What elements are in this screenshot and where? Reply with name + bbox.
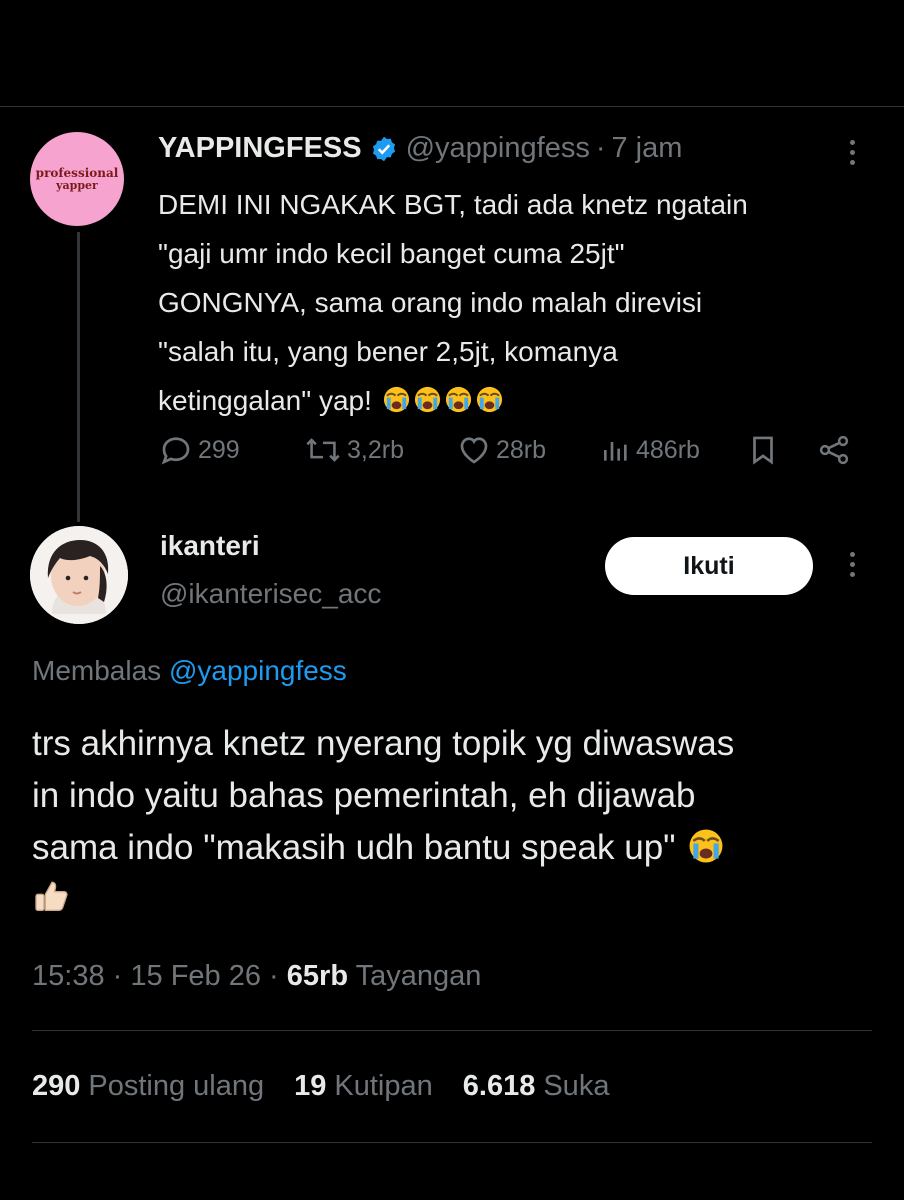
reply-text-line (32, 874, 872, 926)
reposts-stat-count: 290 (32, 1070, 81, 1102)
parent-text-line: GONGNYA, sama orang indo malah direvisi (158, 287, 703, 318)
reply-date[interactable]: 15 Feb 26 (130, 960, 261, 992)
reply-icon (161, 437, 190, 465)
meta-separator: · (269, 960, 279, 992)
reply-avatar-image (30, 526, 128, 624)
parent-text-line: "salah itu, yang bener 2,5jt, komanya (158, 336, 618, 367)
avatar-text-line2: yapper (56, 178, 98, 192)
meta-separator: · (112, 960, 123, 992)
quotes-stat-count: 19 (294, 1070, 327, 1102)
avatar-text-line1: professional (35, 165, 119, 180)
parent-tweet-text: DEMI INI NGAKAK BGT, tadi ada knetz ngat… (158, 180, 878, 425)
crying-emoji-icon (383, 386, 409, 413)
replying-mention-link[interactable]: @yappingfess (169, 655, 347, 686)
crying-emoji-icon (476, 386, 502, 413)
bookmark-icon (753, 436, 773, 465)
repost-icon (306, 438, 340, 462)
reply-count: 299 (198, 435, 240, 464)
parent-text-line: ketinggalan" yap! (158, 376, 878, 425)
views-label: Tayangan (355, 960, 482, 992)
heart-icon (460, 437, 488, 464)
likes-stat-label: Suka (543, 1070, 610, 1102)
reply-more-options-icon[interactable] (850, 552, 855, 577)
thumbs-up-icon (35, 881, 68, 911)
crying-emoji-icon (689, 829, 723, 863)
header-separator: · (595, 132, 606, 164)
reposts-stat[interactable]: 290 Posting ulang (32, 1070, 264, 1103)
parent-text-line-end: ketinggalan" yap! (158, 385, 372, 416)
reply-text-line: trs akhirnya knetz nyerang topik yg diwa… (32, 724, 735, 763)
views-count-total: 65rb (286, 960, 349, 992)
verified-badge-icon (370, 135, 398, 163)
crying-emoji-icon (445, 386, 471, 413)
reply-text-line: sama indo "makasih udh bantu speak up" (32, 822, 872, 874)
parent-handle[interactable]: @yappingfess (406, 132, 590, 165)
stats-divider (32, 1142, 872, 1143)
reply-text-line: in indo yaitu bahas pemerintah, eh dijaw… (32, 776, 696, 815)
reply-meta: 15:38 · 15 Feb 26 · 65rb Tayangan (32, 960, 481, 993)
reply-text-line-end: sama indo "makasih udh bantu speak up" (32, 828, 676, 867)
views-count: 486rb (636, 435, 700, 464)
like-count: 28rb (496, 435, 547, 464)
parent-more-options-icon[interactable] (850, 140, 855, 165)
parent-tweet-header: YAPPINGFESS @yappingfess · 7 jam (158, 132, 682, 165)
repost-count: 3,2rb (347, 435, 404, 464)
reposts-stat-label: Posting ulang (88, 1070, 265, 1102)
reply-tweet-text: trs akhirnya knetz nyerang topik yg diwa… (32, 718, 872, 926)
parent-avatar[interactable]: professional yapper (30, 132, 124, 226)
reply-avatar[interactable] (30, 526, 128, 624)
crying-emoji-icon (414, 386, 440, 413)
reply-display-name[interactable]: ikanteri (160, 530, 260, 562)
like-button[interactable]: 28rb (456, 432, 546, 468)
likes-stat-count: 6.618 (462, 1070, 536, 1102)
views-chart-icon (604, 442, 627, 461)
thread-connector-line (77, 232, 80, 522)
views-button[interactable]: 486rb (600, 432, 700, 468)
bookmark-button[interactable] (746, 432, 780, 468)
quotes-stat-label: Kutipan (334, 1070, 433, 1102)
follow-button[interactable]: Ikuti (605, 537, 813, 595)
reply-time[interactable]: 15:38 (32, 960, 105, 992)
quotes-stat[interactable]: 19 Kutipan (294, 1070, 433, 1103)
meta-divider (32, 1030, 872, 1031)
repost-button[interactable]: 3,2rb (303, 432, 404, 468)
top-divider (0, 106, 904, 107)
engagement-stats: 290 Posting ulang 19 Kutipan 6.618 Suka (32, 1070, 609, 1103)
reply-button[interactable]: 299 (158, 432, 240, 468)
parent-text-line: DEMI INI NGAKAK BGT, tadi ada knetz ngat… (158, 189, 748, 220)
reply-handle[interactable]: @ikanterisec_acc (160, 578, 381, 610)
replying-to-line: Membalas @yappingfess (32, 655, 347, 687)
parent-action-bar: 299 3,2rb 28rb 486rb (158, 432, 858, 476)
share-icon (819, 435, 849, 465)
parent-text-line: "gaji umr indo kecil banget cuma 25jt" (158, 238, 625, 269)
parent-display-name[interactable]: YAPPINGFESS (158, 132, 362, 165)
likes-stat[interactable]: 6.618 Suka (463, 1070, 610, 1103)
parent-time[interactable]: 7 jam (612, 132, 683, 165)
replying-prefix: Membalas (32, 655, 162, 686)
share-button[interactable] (816, 432, 852, 468)
